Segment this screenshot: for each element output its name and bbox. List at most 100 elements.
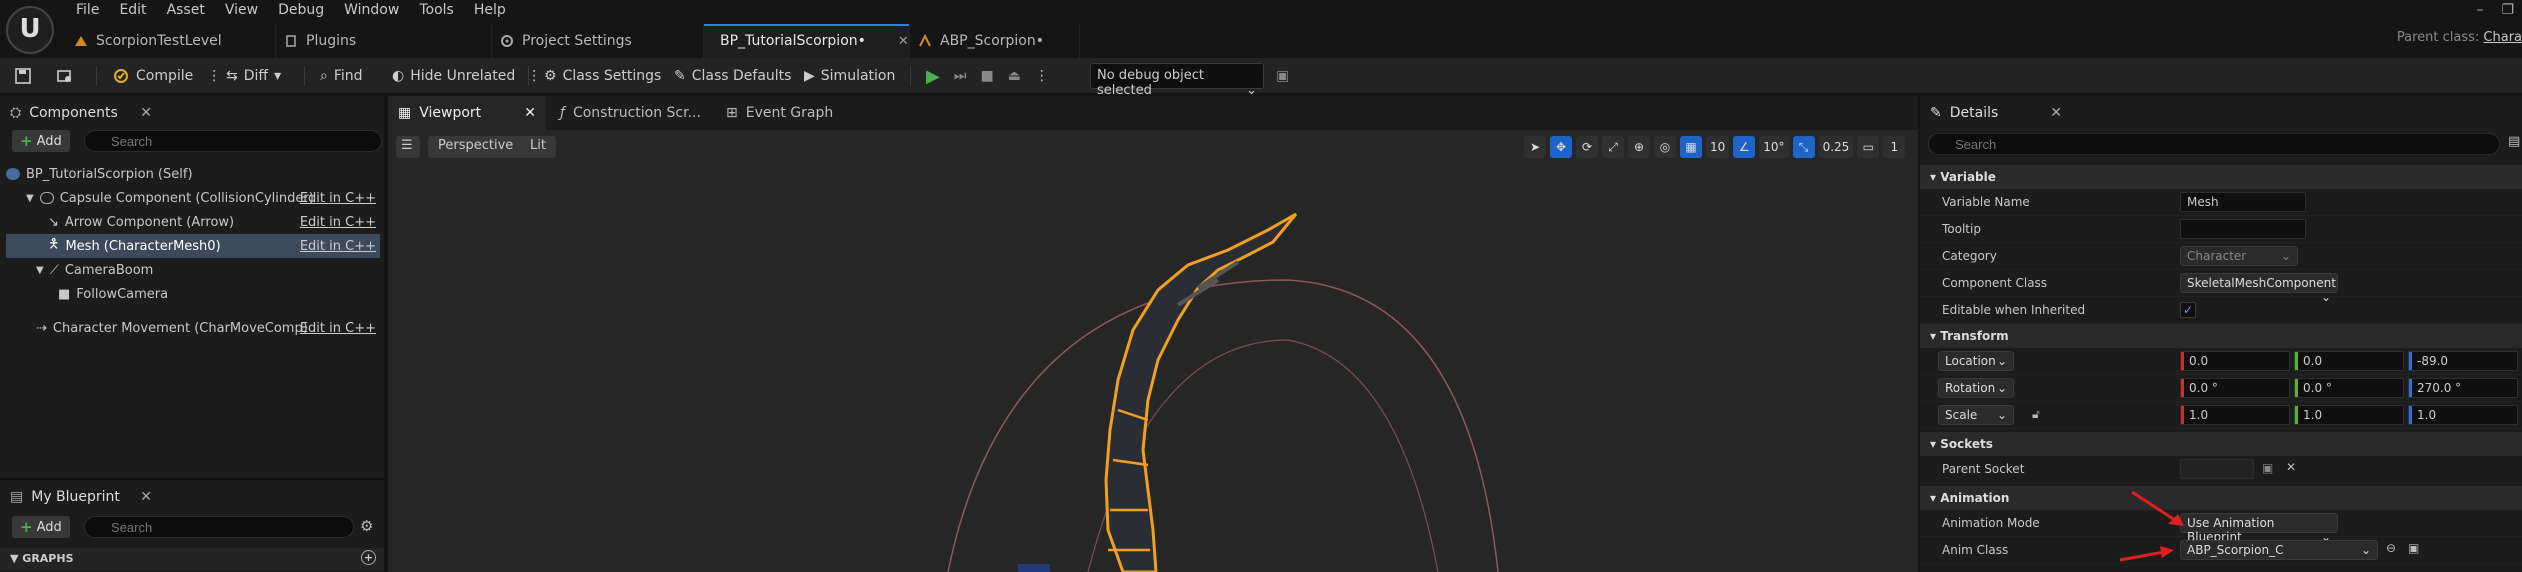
scale-x-field[interactable]: 1.0 xyxy=(2180,405,2290,425)
class-settings-button[interactable]: ⚙ Class Settings xyxy=(544,58,661,94)
close-icon[interactable]: ✕ xyxy=(524,105,536,121)
camera-speed-value[interactable]: 1 xyxy=(1883,136,1906,158)
debug-browse-button[interactable]: ▣ xyxy=(1276,58,1289,94)
scale-y-field[interactable]: 1.0 xyxy=(2294,405,2404,425)
category-variable[interactable]: ▾ Variable xyxy=(1920,165,2522,189)
rotation-snap-icon[interactable]: ∠ xyxy=(1733,136,1756,158)
viewport-menu-button[interactable]: ☰ xyxy=(396,136,420,158)
class-defaults-button[interactable]: ✎ Class Defaults xyxy=(674,58,791,94)
camera-speed-icon[interactable]: ▭ xyxy=(1857,136,1880,158)
lit-button[interactable]: Lit xyxy=(520,136,556,158)
edit-in-cpp-link[interactable]: Edit in C++ xyxy=(300,215,376,230)
tab-bp-tutorial-scorpion[interactable]: BP_TutorialScorpion• ✕ xyxy=(704,24,910,58)
components-search-input[interactable] xyxy=(84,130,382,152)
unreal-logo[interactable]: U xyxy=(6,6,54,54)
details-search-input[interactable] xyxy=(1928,133,2500,155)
step-icon[interactable]: ⏭ xyxy=(954,68,967,84)
tab-event-graph[interactable]: ⊞ Event Graph xyxy=(716,96,876,130)
browse-button[interactable] xyxy=(56,58,74,94)
rotation-snap-value[interactable]: 10° xyxy=(1759,136,1789,158)
graphs-section[interactable]: ▼ GRAPHS + xyxy=(0,548,384,570)
category-transform[interactable]: ▾ Transform xyxy=(1920,324,2522,348)
tree-item-arrow[interactable]: ↘ Arrow Component (Arrow) Edit in C++ xyxy=(6,210,380,234)
expand-icon[interactable]: ▼ xyxy=(26,193,34,204)
tab-project-settings[interactable]: Project Settings xyxy=(492,24,704,58)
lock-icon[interactable]: 🔓︎ xyxy=(2032,407,2040,422)
scale-snap-icon[interactable]: ⤡ xyxy=(1792,136,1815,158)
scale-snap-value[interactable]: 0.25 xyxy=(1818,136,1854,158)
grid-snap-icon[interactable]: ▦ xyxy=(1680,136,1702,158)
menu-asset[interactable]: Asset xyxy=(157,0,215,22)
perspective-button[interactable]: Perspective xyxy=(428,136,524,158)
menu-window[interactable]: Window xyxy=(334,0,409,22)
blueprint-search-input[interactable] xyxy=(84,516,354,538)
compile-button[interactable]: Compile ⋮ xyxy=(112,58,221,94)
animation-mode-dropdown[interactable]: Use Animation Blueprint ⌄ xyxy=(2180,513,2338,544)
rotation-z-field[interactable]: 270.0 ° xyxy=(2408,378,2518,398)
my-blueprint-tab[interactable]: ▤ My Blueprint ✕ xyxy=(0,480,160,514)
grid-snap-value[interactable]: 10 xyxy=(1706,136,1730,158)
location-y-field[interactable]: 0.0 xyxy=(2294,351,2404,371)
world-local-icon[interactable]: ⊕ xyxy=(1628,136,1650,158)
hide-unrelated-button[interactable]: ◐ Hide Unrelated ⋮ xyxy=(392,58,541,94)
tree-item-mesh[interactable]: 🯅 Mesh (CharacterMesh0) Edit in C++ xyxy=(6,234,380,258)
menu-edit[interactable]: Edit xyxy=(109,0,156,22)
save-button[interactable] xyxy=(14,58,32,94)
details-tab[interactable]: ✎ Details ✕ xyxy=(1920,96,2070,130)
tree-item-self[interactable]: BP_TutorialScorpion (Self) xyxy=(6,162,380,186)
clear-icon[interactable]: ✕ xyxy=(2286,460,2296,474)
tab-scorpion-test-level[interactable]: ScorpionTestLevel xyxy=(66,24,276,58)
menu-help[interactable]: Help xyxy=(464,0,516,22)
hide-options-icon[interactable]: ⋮ xyxy=(527,68,541,84)
surface-snap-icon[interactable]: ◎ xyxy=(1654,136,1676,158)
tab-construction-script[interactable]: ƒ Construction Scr... xyxy=(550,96,712,130)
browse-socket-icon[interactable]: ▣ xyxy=(2262,461,2273,475)
tab-viewport[interactable]: ▦ Viewport ✕ xyxy=(388,96,546,130)
viewport-scene[interactable] xyxy=(388,130,1918,572)
details-layout-icon[interactable]: ▤ xyxy=(2508,134,2520,149)
tree-item-followcamera[interactable]: ■ FollowCamera xyxy=(6,282,380,306)
diff-button[interactable]: ⇆ Diff ▾ xyxy=(226,58,281,94)
parent-class-link[interactable]: Chara xyxy=(2483,30,2522,45)
menu-file[interactable]: File xyxy=(66,0,109,22)
scale-icon[interactable]: ⤢ xyxy=(1602,136,1624,158)
browse-asset-icon[interactable]: ▣ xyxy=(2408,541,2419,555)
use-selected-icon[interactable]: ⊖ xyxy=(2386,541,2396,555)
tree-item-cameraboom[interactable]: ▼ ⟋ CameraBoom xyxy=(6,258,380,282)
gear-icon[interactable]: ⚙ xyxy=(360,517,373,535)
tree-item-capsule[interactable]: ▼ Capsule Component (CollisionCylinder) … xyxy=(6,186,380,210)
category-sockets[interactable]: ▾ Sockets xyxy=(1920,432,2522,456)
tab-abp-scorpion[interactable]: ABP_Scorpion• xyxy=(910,24,1080,58)
play-icon[interactable]: ▶ xyxy=(926,66,940,87)
location-z-field[interactable]: -89.0 xyxy=(2408,351,2518,371)
rotation-y-field[interactable]: 0.0 ° xyxy=(2294,378,2404,398)
close-icon[interactable]: ✕ xyxy=(140,105,160,121)
editable-inherited-checkbox[interactable]: ✓ xyxy=(2180,302,2196,318)
close-tab-icon[interactable]: ✕ xyxy=(898,34,909,49)
add-graph-icon[interactable]: + xyxy=(361,550,376,565)
category-dropdown[interactable]: Character ⌄ xyxy=(2180,246,2298,266)
compile-options-icon[interactable]: ⋮ xyxy=(207,68,221,84)
add-component-button[interactable]: + Add xyxy=(12,130,70,152)
close-icon[interactable]: ✕ xyxy=(140,489,160,505)
tab-plugins[interactable]: Plugins xyxy=(276,24,492,58)
scale-z-field[interactable]: 1.0 xyxy=(2408,405,2518,425)
tooltip-field[interactable] xyxy=(2180,219,2306,239)
simulation-button[interactable]: ▶ Simulation xyxy=(804,58,895,94)
select-icon[interactable]: ➤ xyxy=(1524,136,1546,158)
scale-mode-dropdown[interactable]: Scale ⌄ xyxy=(1938,405,2014,425)
menu-tools[interactable]: Tools xyxy=(409,0,464,22)
edit-in-cpp-link[interactable]: Edit in C++ xyxy=(300,191,376,206)
location-x-field[interactable]: 0.0 xyxy=(2180,351,2290,371)
menu-debug[interactable]: Debug xyxy=(268,0,334,22)
tree-item-character-movement[interactable]: ⇢ Character Movement (CharMoveComp) Edit… xyxy=(6,316,380,340)
variable-name-field[interactable]: Mesh xyxy=(2180,192,2306,212)
anim-class-dropdown[interactable]: ABP_Scorpion_C ⌄ xyxy=(2180,540,2378,560)
parent-socket-field[interactable] xyxy=(2180,459,2254,479)
eject-icon[interactable]: ⏏ xyxy=(1008,68,1021,84)
expand-icon[interactable]: ▼ xyxy=(36,265,44,276)
location-mode-dropdown[interactable]: Location ⌄ xyxy=(1938,351,2014,371)
close-icon[interactable]: ✕ xyxy=(2050,105,2070,121)
debug-object-select[interactable]: No debug object selected ⌄ xyxy=(1090,63,1264,98)
add-blueprint-button[interactable]: + Add xyxy=(12,516,70,538)
